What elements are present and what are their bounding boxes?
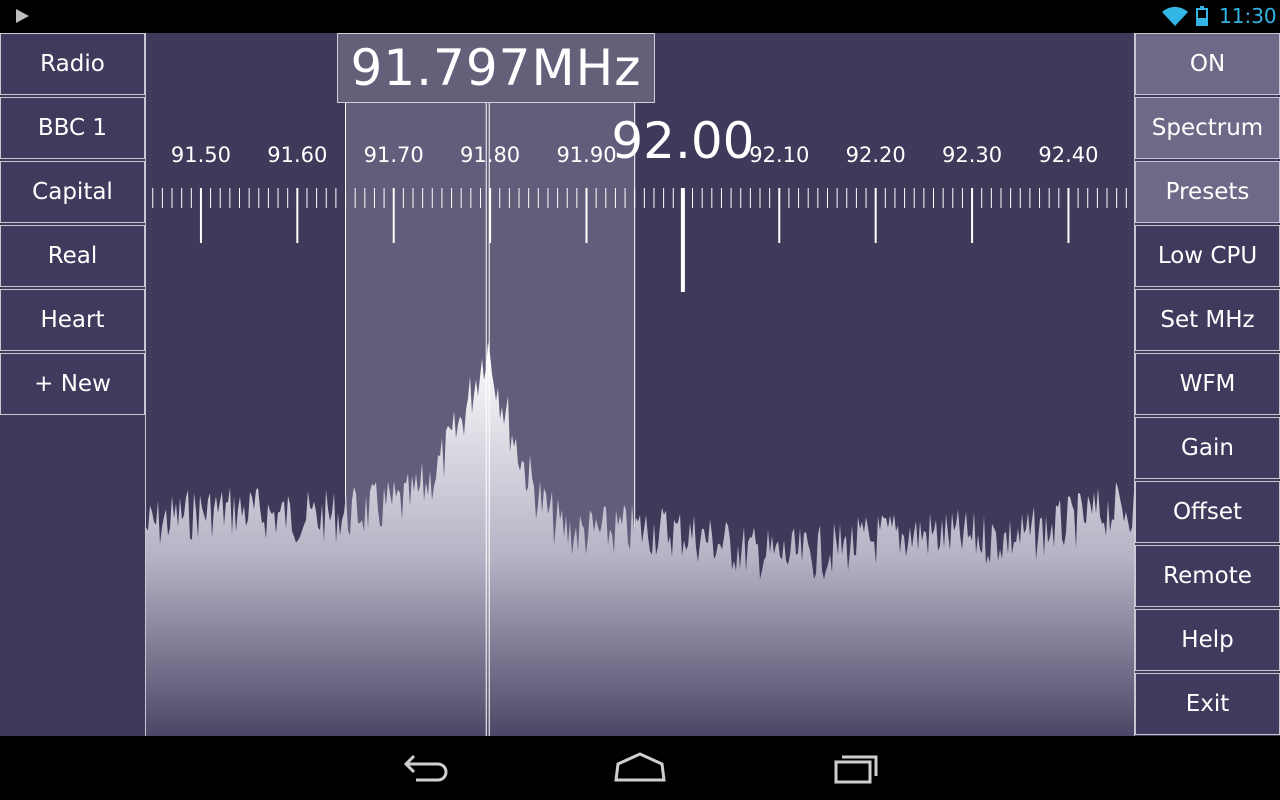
- scale-label: 92.40: [1038, 143, 1099, 167]
- scale-label: 92.30: [942, 143, 1003, 167]
- back-icon[interactable]: [394, 750, 454, 786]
- sdr-radio-app: Radio BBC 1 Capital Real Heart + New 91.…: [0, 33, 1280, 736]
- spectrum-button[interactable]: Spectrum: [1135, 97, 1280, 159]
- preset-radio-button[interactable]: Radio: [0, 33, 145, 95]
- status-bar: 11:30: [0, 0, 1280, 33]
- preset-panel: Radio BBC 1 Capital Real Heart + New: [0, 33, 146, 736]
- set-mhz-button[interactable]: Set MHz: [1135, 289, 1280, 351]
- remote-button[interactable]: Remote: [1135, 545, 1280, 607]
- scale-center-label: 92.00: [611, 112, 755, 170]
- exit-button[interactable]: Exit: [1135, 673, 1280, 735]
- control-panel: ON Spectrum Presets Low CPU Set MHz WFM …: [1134, 33, 1280, 736]
- wfm-button[interactable]: WFM: [1135, 353, 1280, 415]
- new-preset-button[interactable]: + New: [0, 353, 145, 415]
- preset-real-button[interactable]: Real: [0, 225, 145, 287]
- frequency-scale-ticks: [152, 188, 1127, 292]
- recent-apps-icon[interactable]: [826, 750, 886, 786]
- preset-bbc1-button[interactable]: BBC 1: [0, 97, 145, 159]
- scale-label: 92.20: [845, 143, 906, 167]
- scale-label: 91.60: [267, 143, 328, 167]
- battery-icon: [1196, 6, 1208, 26]
- clock: 11:30: [1219, 4, 1277, 28]
- low-cpu-button[interactable]: Low CPU: [1135, 225, 1280, 287]
- spectrum-view[interactable]: 91.50 91.60 91.70 91.80 91.90 92.10 92.20 92.30…: [146, 33, 1134, 736]
- scale-label: 91.80: [460, 143, 521, 167]
- scale-label: 92.10: [749, 143, 810, 167]
- play-icon: [16, 9, 29, 23]
- wifi-icon: [1162, 6, 1188, 27]
- scale-label: 91.50: [170, 143, 231, 167]
- preset-heart-button[interactable]: Heart: [0, 289, 145, 351]
- navigation-bar: [0, 736, 1280, 800]
- preset-capital-button[interactable]: Capital: [0, 161, 145, 223]
- presets-button[interactable]: Presets: [1135, 161, 1280, 223]
- power-on-button[interactable]: ON: [1135, 33, 1280, 95]
- offset-button[interactable]: Offset: [1135, 481, 1280, 543]
- gain-button[interactable]: Gain: [1135, 417, 1280, 479]
- help-button[interactable]: Help: [1135, 609, 1280, 671]
- scale-label: 91.70: [363, 143, 424, 167]
- frequency-display[interactable]: 91.797MHz: [337, 33, 655, 103]
- scale-label: 91.90: [556, 143, 617, 167]
- home-icon[interactable]: [610, 750, 670, 786]
- spectrum-trace: [146, 342, 1134, 736]
